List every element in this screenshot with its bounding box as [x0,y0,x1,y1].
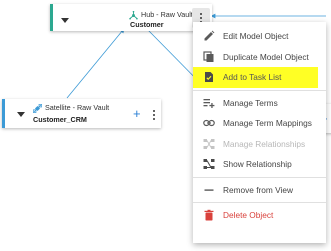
menu-divider [193,176,326,178]
menu-item-label: Edit Model Object [223,31,289,42]
menu-item-label: Add to Task List [223,72,282,83]
satellite-node[interactable]: Satellite - Raw Vault Customer_CRM + [2,99,161,128]
hub-name: Customer [130,20,164,29]
menu-item-manage-term-mappings[interactable]: Manage Term Mappings [193,113,326,134]
menu-divider [193,89,326,91]
remove-icon [203,184,215,196]
link-icon [203,117,215,129]
menu-item-add-to-task-list[interactable]: Add to Task List [193,67,318,88]
menu-item-remove-from-view[interactable]: Remove from View [193,180,326,201]
satellite-type-label: Satellite - Raw Vault [45,103,110,112]
menu-divider [193,202,326,203]
menu-item-label: Manage Terms [223,97,278,108]
satellite-node-accent [2,99,5,128]
menu-item-delete-object[interactable]: Delete Object [193,205,326,226]
menu-item-label: Remove from View [223,184,293,195]
hub-type-label: Hub - Raw Vault [141,10,193,19]
hub-collapse-caret[interactable] [61,18,69,23]
menu-item-manage-terms[interactable]: Manage Terms [193,93,326,114]
menu-item-label: Show Relationship [223,159,292,170]
trash-icon [203,209,215,221]
edit-icon [203,30,215,42]
menu-item-edit-model-object[interactable]: Edit Model Object [193,26,326,47]
terms-icon [203,97,215,109]
relationships-icon [203,138,215,150]
satellite-add-button[interactable]: + [133,107,141,120]
satellite-collapse-caret[interactable] [17,112,25,117]
menu-item-label: Manage Term Mappings [223,118,312,129]
hub-icon [129,11,138,20]
menu-item-label: Delete Object [223,210,274,221]
show-relationship-icon [203,158,215,170]
duplicate-icon [203,51,215,63]
satellite-kebab-menu-icon[interactable] [150,109,158,121]
satellite-to-hub-link [66,28,125,99]
menu-item-label: Duplicate Model Object [223,51,309,62]
menu-item-show-relationship[interactable]: Show Relationship [193,154,326,175]
context-menu: Edit Model Object Duplicate Model Object… [193,22,326,243]
hub-node-accent [50,4,53,31]
satellite-icon [33,104,42,113]
model-canvas[interactable]: Hub - Raw Vault Customer Satellite - Raw… [0,0,331,251]
menu-item-manage-relationships: Manage Relationships [193,134,326,155]
task-list-icon [203,71,215,83]
menu-item-label: Manage Relationships [223,138,306,149]
menu-item-duplicate-model-object[interactable]: Duplicate Model Object [193,47,326,68]
hub-node[interactable]: Hub - Raw Vault Customer [50,4,212,31]
satellite-name: Customer_CRM [33,115,87,124]
